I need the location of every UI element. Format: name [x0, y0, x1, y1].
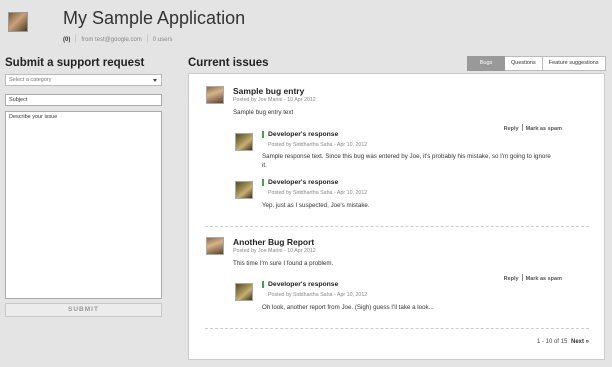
response-posted: Posted by Siddhartha Saha - Apr 10, 2012: [268, 292, 368, 298]
issue-text: Sample bug entry text: [233, 109, 294, 116]
issue-actions: Reply Mark as spam: [504, 124, 562, 132]
mark-spam-link[interactable]: Mark as spam: [526, 276, 562, 282]
category-select[interactable]: Select a category: [5, 74, 162, 86]
tab-bugs[interactable]: Bugs: [467, 56, 505, 71]
issue-title[interactable]: Sample bug entry: [233, 86, 304, 96]
issue-count: (0): [63, 37, 71, 43]
avatar: [235, 283, 253, 301]
app-logo: [8, 12, 28, 32]
response-posted: Posted by Siddhartha Saha - Apr 10, 2012: [268, 190, 368, 196]
issues-title: Current issues: [188, 57, 269, 69]
response-posted: Posted by Siddhartha Saha - Apr 10, 2012: [268, 142, 368, 148]
pagination: 1 - 10 of 15 Next »: [537, 339, 589, 345]
issue-divider: [205, 226, 589, 227]
support-form-title: Submit a support request: [5, 57, 145, 69]
issue-text: This time I'm sure I found a problem.: [233, 260, 334, 267]
response-text: Yep, just as I suspected, Joe's mistake.: [262, 202, 370, 209]
avatar: [235, 133, 253, 151]
subject-input[interactable]: Subject: [5, 94, 162, 106]
app-header: My Sample Application (0) from test@googl…: [0, 0, 612, 50]
response-title: Developer's response: [262, 179, 338, 186]
issue-posted: Posted by Joe Marini - 10 Apr 2012: [233, 248, 316, 254]
reply-link[interactable]: Reply: [504, 126, 519, 132]
tab-questions[interactable]: Questions: [505, 56, 543, 71]
response-title: Developer's response: [262, 281, 338, 288]
support-form: Submit a support request Select a catego…: [5, 57, 162, 317]
chevron-down-icon: [153, 79, 157, 82]
submit-button[interactable]: SUBMIT: [5, 303, 162, 317]
category-select-value: Select a category: [9, 77, 52, 83]
issue-tabs: Bugs Questions Feature suggestions: [467, 56, 606, 71]
issue-posted: Posted by Joe Marini - 10 Apr 2012: [233, 97, 316, 103]
issue-divider: [205, 328, 589, 329]
avatar: [206, 237, 224, 255]
issues-panel: Sample bug entry Posted by Joe Marini - …: [188, 73, 605, 360]
app-meta: (0) from test@google.com 0 users: [63, 34, 172, 43]
response-text: Oh look, another report from Joe. (Sigh)…: [262, 304, 434, 311]
from-email: from test@google.com: [81, 37, 142, 43]
avatar: [206, 86, 224, 104]
response-text: Sample response text. Since this bug was…: [262, 153, 551, 169]
user-count: 0 users: [152, 37, 173, 43]
issue-description-textarea[interactable]: Describe your issue: [5, 111, 162, 299]
app-title: My Sample Application: [63, 8, 246, 28]
next-page-link[interactable]: Next »: [571, 339, 589, 345]
mark-spam-link[interactable]: Mark as spam: [526, 126, 562, 132]
tab-feature-suggestions[interactable]: Feature suggestions: [542, 56, 606, 71]
issue-title[interactable]: Another Bug Report: [233, 237, 314, 247]
reply-link[interactable]: Reply: [504, 276, 519, 282]
issue-actions: Reply Mark as spam: [504, 274, 562, 282]
avatar: [235, 181, 253, 199]
response-title: Developer's response: [262, 131, 338, 138]
pagination-range: 1 - 10 of 15: [536, 339, 568, 345]
